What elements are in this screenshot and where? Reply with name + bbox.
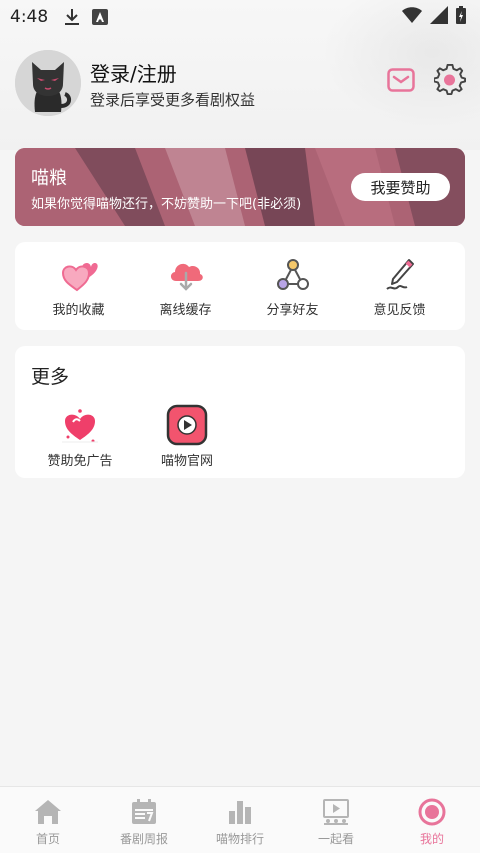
- home-icon: [33, 797, 63, 827]
- bottom-tab-bar: 首页 番剧周报 喵物排行 一起看 我的: [0, 786, 480, 853]
- hearts-icon: [60, 256, 98, 294]
- more-section-title: 更多: [31, 366, 70, 388]
- pen-feedback-icon: [381, 256, 419, 294]
- avatar[interactable]: [15, 50, 81, 116]
- profile-icon: [417, 797, 447, 827]
- mail-icon: [387, 68, 415, 92]
- login-benefit-text: 登录后享受更多看剧权益: [90, 91, 256, 109]
- sponsor-banner: 喵粮 如果你觉得喵物还行，不妨赞助一下吧(非必须) 我要赞助: [15, 148, 465, 226]
- heart-sponsor-icon: [58, 404, 102, 446]
- battery-icon: [456, 5, 466, 29]
- tab-watch-together[interactable]: 一起看: [288, 787, 384, 853]
- feedback-button[interactable]: 意见反馈: [346, 242, 453, 330]
- wifi-icon: [402, 6, 422, 28]
- profile-header: 登录/注册 登录后享受更多看剧权益: [15, 50, 467, 116]
- feedback-label: 意见反馈: [373, 303, 426, 318]
- tab-ranking[interactable]: 喵物排行: [192, 787, 288, 853]
- download-icon: [64, 8, 80, 26]
- tab-watch-together-label: 一起看: [317, 832, 354, 846]
- favorites-label: 我的收藏: [52, 303, 105, 318]
- gear-icon: [433, 63, 467, 96]
- share-friends-label: 分享好友: [266, 303, 319, 318]
- signal-icon: [430, 5, 448, 29]
- official-website-label: 喵物官网: [160, 454, 213, 469]
- tab-ranking-label: 喵物排行: [215, 832, 264, 846]
- share-friends-button[interactable]: 分享好友: [239, 242, 346, 330]
- watch-together-icon: [321, 797, 351, 827]
- tab-home-label: 首页: [35, 832, 60, 846]
- tab-weekly-report-label: 番剧周报: [119, 832, 168, 846]
- tab-mine-label: 我的: [419, 832, 444, 846]
- status-bar: 4:48: [0, 0, 480, 34]
- ranking-icon: [225, 797, 255, 827]
- mail-button[interactable]: [387, 68, 415, 92]
- login-register-link[interactable]: 登录/注册: [90, 58, 177, 87]
- status-time: 4:48: [10, 7, 49, 27]
- favorites-button[interactable]: 我的收藏: [25, 242, 132, 330]
- black-cat-avatar-icon: [15, 50, 81, 116]
- banner-title: 喵粮: [31, 168, 67, 189]
- settings-button[interactable]: [433, 63, 467, 96]
- sponsor-button[interactable]: 我要赞助: [351, 173, 450, 201]
- play-website-icon: [165, 404, 209, 446]
- sponsor-ad-free-label: 赞助免广告: [47, 454, 113, 469]
- tab-weekly-report[interactable]: 番剧周报: [96, 787, 192, 853]
- official-website-button[interactable]: 喵物官网: [142, 404, 232, 469]
- more-card: 更多 赞助免广告 喵物官网: [15, 346, 465, 478]
- tab-mine[interactable]: 我的: [384, 787, 480, 853]
- functions-card: 我的收藏 离线缓存 分享好友 意见反馈: [15, 242, 465, 330]
- calendar-icon: [129, 797, 159, 827]
- sponsor-ad-free-button[interactable]: 赞助免广告: [35, 404, 125, 469]
- offline-cache-button[interactable]: 离线缓存: [132, 242, 239, 330]
- share-icon: [274, 256, 312, 294]
- tab-home[interactable]: 首页: [0, 787, 96, 853]
- offline-cache-label: 离线缓存: [159, 303, 212, 318]
- app-notification-icon: [92, 9, 109, 25]
- banner-description: 如果你觉得喵物还行，不妨赞助一下吧(非必须): [31, 197, 302, 212]
- cloud-download-icon: [167, 256, 205, 294]
